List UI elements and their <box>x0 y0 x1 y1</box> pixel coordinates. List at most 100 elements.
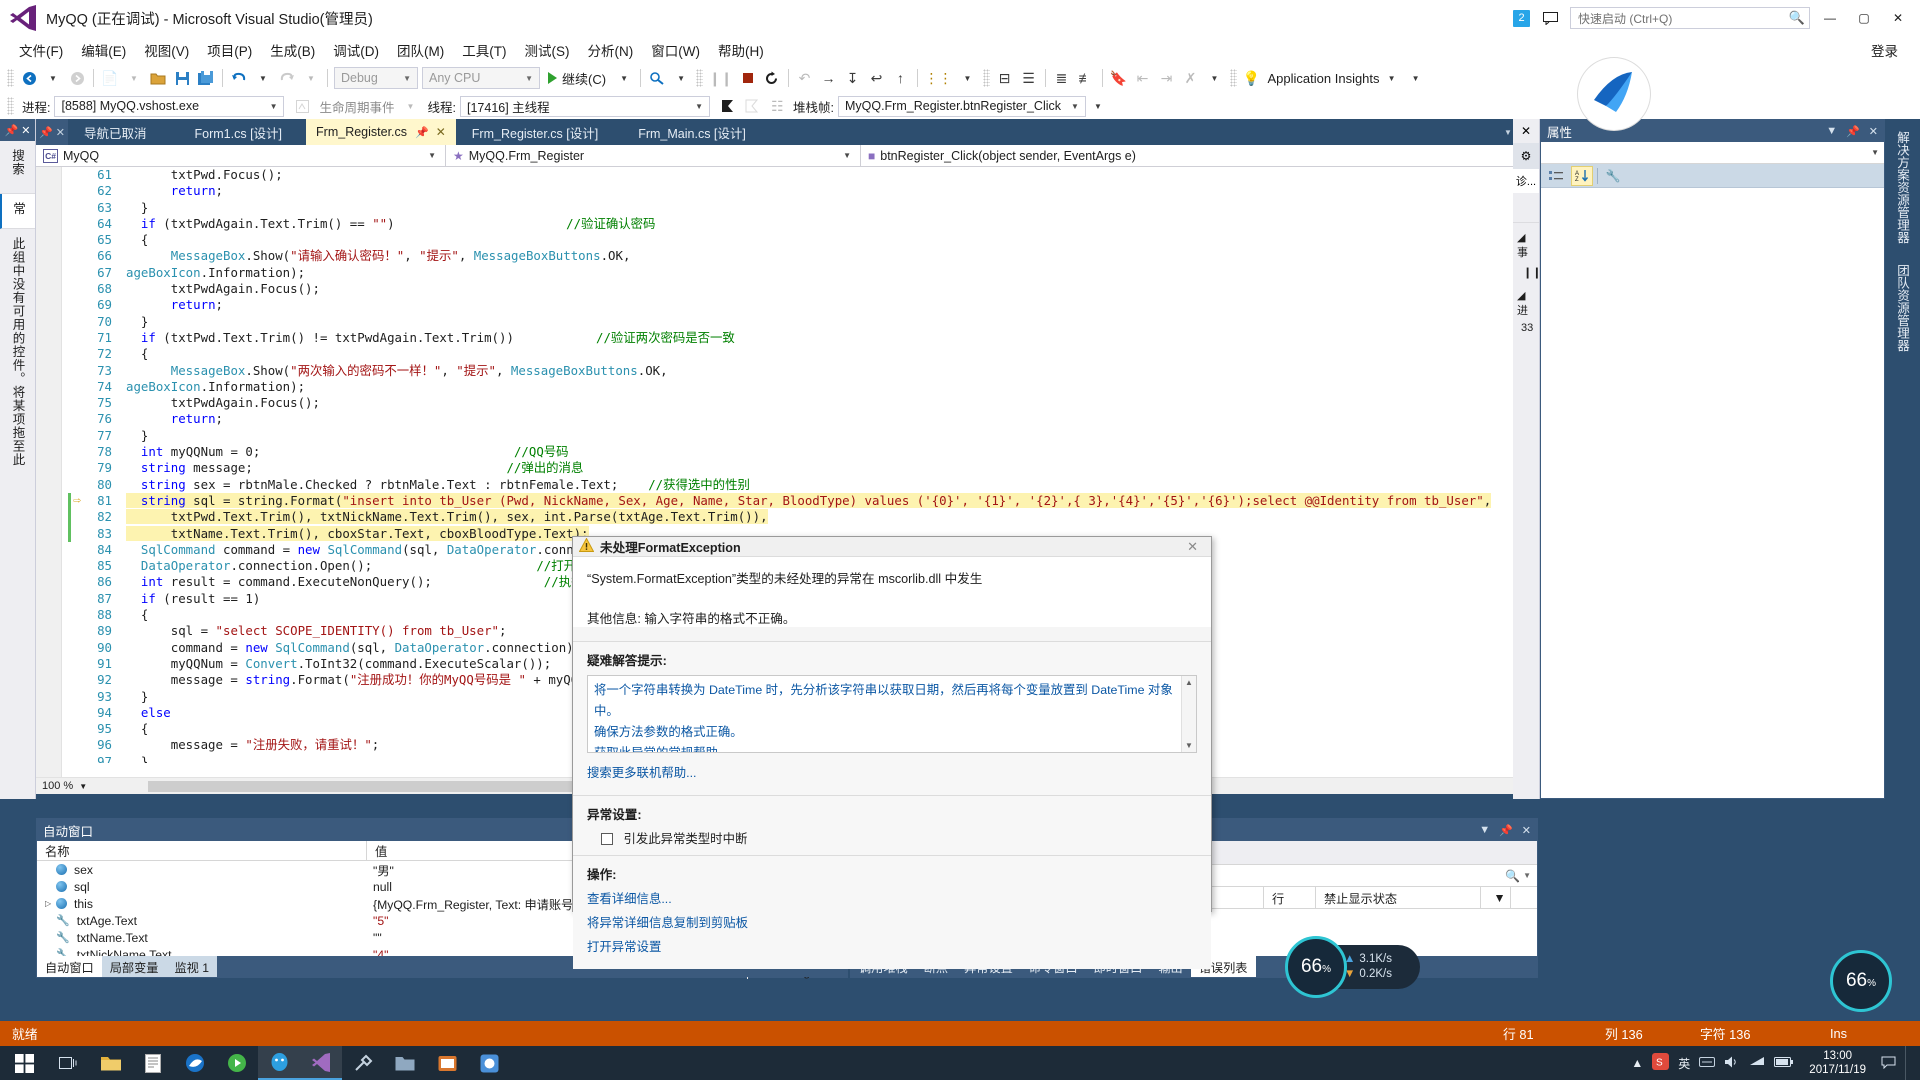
code-line[interactable]: 64 if (txtPwdAgain.Text.Trim() == "") //… <box>68 216 1504 232</box>
events-section[interactable]: ◢ 事 <box>1513 223 1539 260</box>
code-line[interactable]: 66 MessageBox.Show("请输入确认密码！", "提示", Mes… <box>68 248 1504 264</box>
pin-icon[interactable]: 📌 <box>1499 824 1513 837</box>
process-memory-section[interactable]: ◢ 进 <box>1513 279 1539 318</box>
chevron-down-icon[interactable]: ▼ <box>1826 125 1837 138</box>
namespace-combo[interactable]: C# MyQQ ▼ <box>36 145 446 166</box>
qq-icon[interactable] <box>258 1046 300 1080</box>
gear-icon[interactable]: ⚙ <box>1513 143 1539 169</box>
show-next-statement-icon[interactable]: ↶ <box>793 66 817 90</box>
member-combo[interactable]: ■ btnRegister_Click(object sender, Event… <box>861 145 1538 166</box>
tab-locals[interactable]: 局部变量 <box>101 956 167 977</box>
flag-outline-icon[interactable] <box>740 94 764 118</box>
taskbar-clock[interactable]: 13:00 2017/11/19 <box>1803 1049 1872 1077</box>
toolbar-grip[interactable] <box>7 97 14 115</box>
close-icon[interactable]: ✕ <box>436 125 446 139</box>
code-line[interactable]: 61 txtPwd.Focus(); <box>68 167 1504 183</box>
tab-frm-register-design[interactable]: Frm_Register.cs [设计] <box>456 119 614 145</box>
toolbar-grip[interactable] <box>7 69 14 87</box>
restart-icon[interactable] <box>760 66 784 90</box>
chevron-down-icon[interactable]: ▼ <box>1479 824 1490 837</box>
close-icon[interactable]: ✕ <box>1522 824 1531 837</box>
save-all-icon[interactable] <box>194 66 218 90</box>
close-button[interactable]: ✕ <box>1884 5 1912 31</box>
maximize-button[interactable]: ▢ <box>1850 5 1878 31</box>
categorized-icon[interactable] <box>1545 166 1567 186</box>
next-bookmark-icon[interactable]: ⇥ <box>1155 66 1179 90</box>
open-settings-link[interactable]: 打开异常设置 <box>587 937 1197 955</box>
show-threads-icon[interactable]: ☷ <box>764 94 788 118</box>
column-header-line[interactable]: 行 <box>1264 887 1316 908</box>
autos-row-name-cell[interactable]: 🔧 txtName.Text <box>37 931 367 945</box>
task-view-icon[interactable] <box>48 1046 90 1080</box>
code-line[interactable]: 71 if (txtPwd.Text.Trim() != txtPwdAgain… <box>68 330 1504 346</box>
menu-item-team[interactable]: 团队(M) <box>388 37 453 63</box>
code-line[interactable]: 81 string sql = string.Format("insert in… <box>68 492 1504 509</box>
menu-item-file[interactable]: 文件(F) <box>10 37 72 63</box>
save-icon[interactable] <box>170 66 194 90</box>
tip-link[interactable]: 确保方法参数的格式正确。 <box>594 722 1178 743</box>
copy-details-link[interactable]: 将异常详细信息复制到剪贴板 <box>587 913 1197 931</box>
app-icon[interactable] <box>468 1046 510 1080</box>
new-project-icon[interactable]: 📄 <box>98 66 122 90</box>
close-icon[interactable]: ✕ <box>1513 119 1539 143</box>
pin-icon[interactable]: 📌 <box>5 124 19 137</box>
code-line[interactable]: 70 } <box>68 314 1504 330</box>
cpu-gauge-right[interactable]: 66% <box>1830 950 1892 1012</box>
tab-autos[interactable]: 自动窗口 <box>37 956 102 977</box>
tab-watch1[interactable]: 监视 1 <box>166 956 218 977</box>
notification-center-icon[interactable] <box>1881 1055 1896 1072</box>
solution-explorer-tab[interactable]: 解决方案资源管理器 <box>1893 123 1912 252</box>
toolbar-options-icon[interactable]: ▼ <box>1404 66 1428 90</box>
lightbulb-icon[interactable]: 💡 <box>1240 66 1264 90</box>
close-icon[interactable]: ✕ <box>1180 539 1205 555</box>
cpu-gauge-left[interactable]: 66% <box>1285 936 1347 998</box>
redo-icon[interactable] <box>275 66 299 90</box>
expander-icon[interactable]: ▷ <box>45 899 56 908</box>
bookmark-icon[interactable]: 🔖 <box>1107 66 1131 90</box>
code-line[interactable]: 79 string message; //弹出的消息 <box>68 460 1504 476</box>
open-file-icon[interactable] <box>146 66 170 90</box>
comment-selection-icon[interactable]: ☰ <box>1017 66 1041 90</box>
code-line[interactable]: 73 MessageBox.Show("两次输入的密码不一样！", "提示", … <box>68 363 1504 379</box>
solution-platform-combo[interactable]: Any CPU ▼ <box>422 67 540 89</box>
column-header-suppression[interactable]: 禁止显示状态 <box>1316 887 1481 908</box>
hex-display-icon[interactable]: ⋮⋮ <box>922 66 956 90</box>
autos-row-name-cell[interactable]: sex <box>37 863 367 877</box>
breakpoint-margin[interactable] <box>36 167 62 794</box>
team-explorer-tab[interactable]: 团队资源管理器 <box>1893 256 1912 360</box>
toolbox-search-item[interactable]: 搜索 <box>0 141 35 194</box>
battery-icon[interactable] <box>1774 1056 1794 1071</box>
menu-item-tools[interactable]: 工具(T) <box>453 37 515 63</box>
menu-item-test[interactable]: 测试(S) <box>516 37 579 63</box>
menu-item-analyze[interactable]: 分析(N) <box>579 37 643 63</box>
code-line[interactable]: 80 string sex = rbtnMale.Checked ? rbtnM… <box>68 477 1504 493</box>
toolbar-grip[interactable] <box>982 69 990 87</box>
expander-icon[interactable]: ◢ <box>1517 232 1525 244</box>
exception-helper-dialog[interactable]: 未处理FormatException ✕ “System.FormatExcep… <box>572 536 1212 969</box>
redo-dropdown-icon[interactable]: ▼ <box>299 66 323 90</box>
office-icon[interactable] <box>426 1046 468 1080</box>
collapse-outline-icon[interactable]: ⊟ <box>993 66 1017 90</box>
autos-row-name-cell[interactable]: ▷ this <box>37 897 367 911</box>
toolbar-overflow-icon[interactable]: ▼ <box>669 66 693 90</box>
minimize-button[interactable]: — <box>1816 5 1844 31</box>
notepad-icon[interactable] <box>132 1046 174 1080</box>
debug-toolbar-options-icon[interactable]: ▼ <box>1086 94 1110 118</box>
search-online-help-link[interactable]: 搜索更多联机帮助... <box>587 763 1197 781</box>
menu-item-project[interactable]: 项目(P) <box>198 37 261 63</box>
autos-row-name-cell[interactable]: 🔧 txtAge.Text <box>37 914 367 928</box>
code-line[interactable]: 62 return; <box>68 183 1504 199</box>
tab-frm-register-cs[interactable]: Frm_Register.cs 📌 ✕ <box>306 119 456 145</box>
code-line[interactable]: 63 } <box>68 200 1504 216</box>
view-details-link[interactable]: 查看详细信息... <box>587 889 1197 907</box>
sign-in-link[interactable]: 登录 <box>1871 40 1920 60</box>
thread-combo[interactable]: [17416] 主线程 ▼ <box>459 95 710 117</box>
tab-pin-controls[interactable]: 📌 ✕ <box>36 119 68 145</box>
continue-dropdown-icon[interactable]: ▼ <box>612 66 636 90</box>
class-combo[interactable]: ★ MyQQ.Frm_Register ▼ <box>446 145 861 166</box>
step-into-icon[interactable]: → <box>817 66 841 90</box>
menu-item-help[interactable]: 帮助(H) <box>709 37 773 63</box>
hex-dropdown-icon[interactable]: ▼ <box>956 66 980 90</box>
tab-form1-design[interactable]: Form1.cs [设计] <box>171 119 307 145</box>
tab-navigation-cancelled[interactable]: 导航已取消 <box>68 119 171 145</box>
